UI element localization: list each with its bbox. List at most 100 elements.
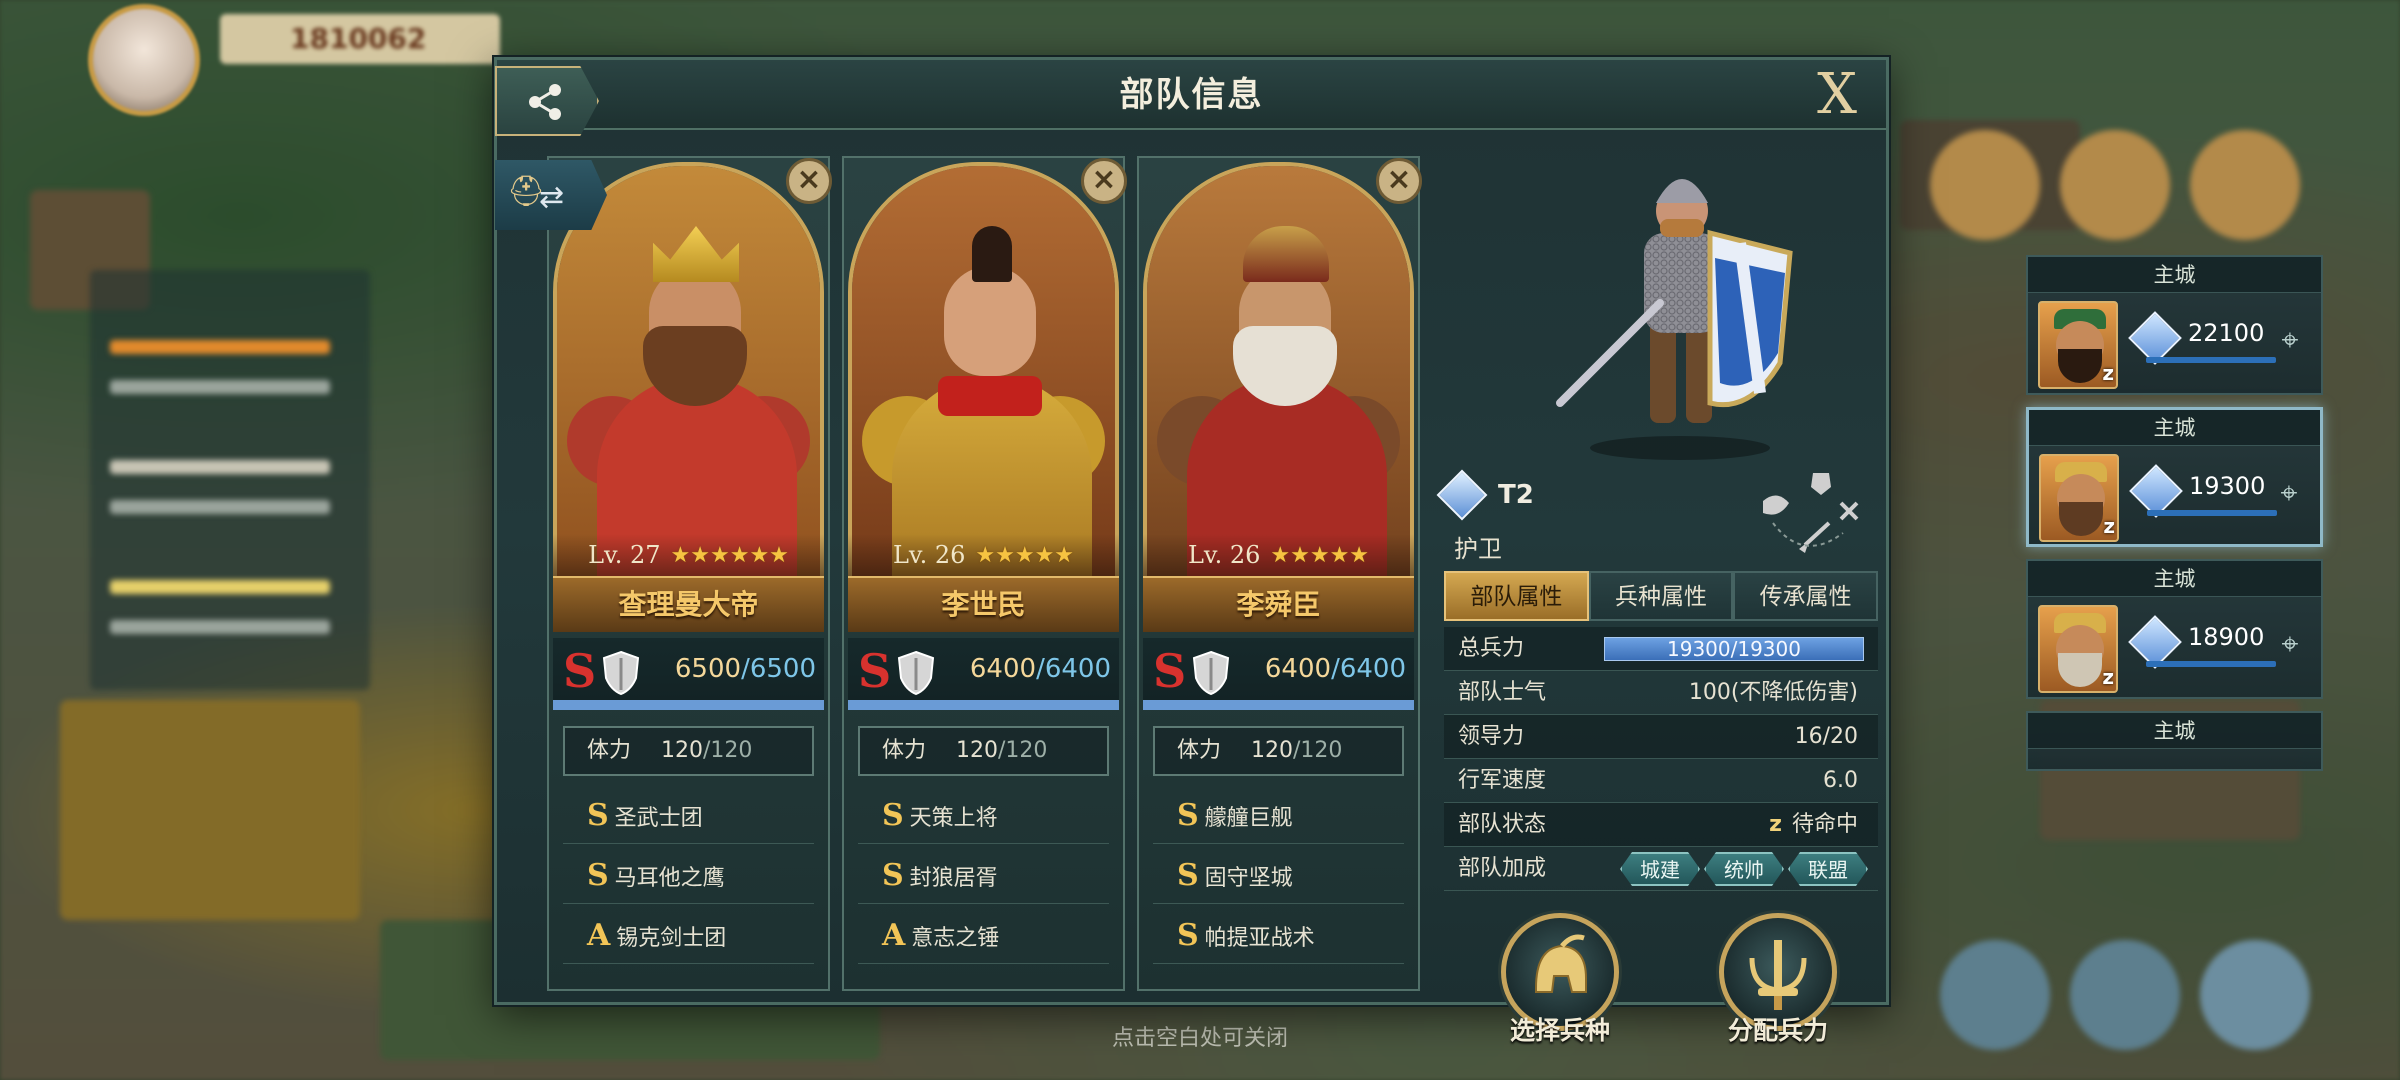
commander-level: Lv. 26 xyxy=(892,541,966,569)
blurred-menu-button[interactable] xyxy=(2060,130,2170,240)
quest-line xyxy=(110,580,330,594)
skill-row[interactable]: S 天策上将 xyxy=(858,788,1109,844)
commander-name: 查理曼大帝 xyxy=(553,576,824,632)
troop-bar xyxy=(2146,357,2276,363)
rank-badge: S xyxy=(1153,644,1187,698)
blurred-menu-button[interactable] xyxy=(2190,130,2300,240)
location-pin-icon[interactable]: ⌖ xyxy=(2273,627,2307,667)
stamina-box: 体力 120/120 xyxy=(858,726,1109,776)
commander-portrait: z xyxy=(2039,454,2119,542)
shield-icon xyxy=(897,650,935,696)
commander-level: Lv. 27 xyxy=(588,541,661,569)
commander-level-row: Lv. 27 ★★★★★★ xyxy=(553,534,824,576)
boost-tag-commander[interactable]: 统帅 xyxy=(1704,852,1784,886)
remove-commander-button[interactable]: × xyxy=(1376,158,1422,204)
commander-level: Lv. 26 xyxy=(1187,541,1261,569)
quest-line xyxy=(110,620,330,634)
star-rating: ★★★★★★ xyxy=(670,542,789,568)
commander-card[interactable]: × Lv. 26 ★★★★★ 李舜臣 S 6400/6400 体力 120/120… xyxy=(1137,156,1422,991)
close-button[interactable]: X xyxy=(1808,66,1866,124)
commander-portrait: z xyxy=(2038,301,2118,389)
skill-row[interactable]: S 圣武士团 xyxy=(563,788,814,844)
select-unit-button[interactable]: 选择兵种 xyxy=(1480,913,1640,1067)
troop-count: 6500/6500 xyxy=(674,654,816,684)
commander-troop-row: S 6400/6400 xyxy=(1143,638,1414,710)
unit-name: 护卫 xyxy=(1454,535,1502,563)
skill-row[interactable]: S 马耳他之鹰 xyxy=(563,848,814,904)
remove-commander-button[interactable]: × xyxy=(1081,158,1127,204)
shield-icon xyxy=(602,650,640,696)
select-unit-label: 选择兵种 xyxy=(1509,1016,1610,1045)
stamina-box: 体力 120/120 xyxy=(563,726,814,776)
quest-line xyxy=(110,340,330,354)
attr-status: 部队状态 z 待命中 xyxy=(1444,803,1878,847)
troop-list-card-selected[interactable]: 主城 z 19300 ⌖ xyxy=(2026,407,2323,547)
tab-legacy-attributes[interactable]: 传承属性 xyxy=(1733,571,1879,621)
location-pin-icon[interactable]: ⌖ xyxy=(2273,323,2307,363)
troop-bar xyxy=(2146,661,2276,667)
commander-troop-row: S 6400/6400 xyxy=(848,638,1119,710)
tab-unit-attributes[interactable]: 兵种属性 xyxy=(1588,571,1734,621)
troop-bar xyxy=(2147,510,2277,516)
troop-info-panel: T2 护卫 部队属性 兵种属性 传承属性 总兵力 19300/19300 部队士… xyxy=(1436,143,1883,1045)
troop-list-card[interactable]: 主城 xyxy=(2026,711,2323,771)
skill-row[interactable]: S 封狼居胥 xyxy=(858,848,1109,904)
troop-count: 19300 xyxy=(2189,472,2266,500)
commander-level-row: Lv. 26 ★★★★★ xyxy=(1143,534,1414,576)
star-rating: ★★★★★ xyxy=(975,542,1075,568)
unit-type-wheel-icon xyxy=(1763,473,1859,553)
location-pin-icon[interactable]: ⌖ xyxy=(2272,476,2306,516)
skill-row[interactable]: S 帕提亚战术 xyxy=(1153,908,1404,964)
skill-row[interactable]: S 固守坚城 xyxy=(1153,848,1404,904)
attr-boosts: 部队加成 城建 统帅 联盟 xyxy=(1444,847,1878,891)
blurred-menu-button[interactable] xyxy=(1930,130,2040,240)
total-troops-bar: 19300/19300 xyxy=(1604,637,1864,661)
commander-portrait: z xyxy=(2038,605,2118,693)
rank-badge: S xyxy=(563,644,597,698)
assign-troops-button[interactable]: 分配兵力 xyxy=(1698,913,1858,1067)
star-rating: ★★★★★ xyxy=(1270,542,1370,568)
commander-card[interactable]: × Lv. 27 ★★★★★★ 查理曼大帝 S 6500/6500 体力 120/… xyxy=(547,156,832,991)
attr-leadership: 领导力 16/20 xyxy=(1444,715,1878,759)
troop-count: 6400/6400 xyxy=(1264,654,1406,684)
close-hint: 点击空白处可关闭 xyxy=(1111,1026,1288,1051)
stamina-box: 体力 120/120 xyxy=(1153,726,1404,776)
troop-list-card[interactable]: 主城 z 18900 ⌖ xyxy=(2026,559,2323,699)
troop-location: 主城 xyxy=(2028,561,2321,597)
skill-row[interactable]: A 锡克剑士团 xyxy=(563,908,814,964)
player-resource-counter: 1810062 xyxy=(220,14,500,64)
unit-tier-row: T2 xyxy=(1436,469,1534,521)
troop-info-dialog: 部队信息 X ⛑ ⇄ × Lv. 27 ★★★★★★ 查理曼大帝 S 6500/… xyxy=(494,57,1889,1045)
blurred-menu-button[interactable] xyxy=(2200,940,2310,1050)
unit-tier: T2 xyxy=(1498,480,1534,510)
troop-list-card[interactable]: 主城 z 22100 ⌖ xyxy=(2026,255,2323,395)
skill-row[interactable]: A 意志之锤 xyxy=(858,908,1109,964)
player-avatar[interactable] xyxy=(88,4,200,116)
troop-location: 主城 xyxy=(2029,410,2320,446)
blurred-menu-button[interactable] xyxy=(1940,940,2050,1050)
boost-tags: 城建 统帅 联盟 xyxy=(1620,852,1868,886)
share-button[interactable] xyxy=(495,66,599,136)
skill-row[interactable]: S 艨艟巨舰 xyxy=(1153,788,1404,844)
morale-value: 100(不降低伤害) xyxy=(1688,680,1858,705)
commander-name: 李世民 xyxy=(848,576,1119,632)
troop-count: 6400/6400 xyxy=(969,654,1111,684)
commander-name: 李舜臣 xyxy=(1143,576,1414,632)
commander-troop-row: S 6500/6500 xyxy=(553,638,824,710)
boost-tag-city[interactable]: 城建 xyxy=(1620,852,1700,886)
attribute-tabs: 部队属性 兵种属性 传承属性 xyxy=(1444,571,1879,621)
remove-commander-button[interactable]: × xyxy=(786,158,832,204)
unit-tier-icon xyxy=(1436,469,1488,521)
quest-line xyxy=(110,380,330,394)
blurred-menu-button[interactable] xyxy=(2070,940,2180,1050)
tab-troop-attributes[interactable]: 部队属性 xyxy=(1444,571,1589,621)
troop-count: 18900 xyxy=(2188,623,2265,651)
sleep-icon: z xyxy=(1769,812,1782,837)
troop-count: 22100 xyxy=(2188,319,2265,347)
shield-icon xyxy=(1192,650,1230,696)
swap-arrows-icon: ⇄ xyxy=(539,180,565,215)
commander-card[interactable]: × Lv. 26 ★★★★★ 李世民 S 6400/6400 体力 120/120… xyxy=(842,156,1127,991)
swap-commander-button[interactable]: ⛑ ⇄ xyxy=(495,160,607,230)
boost-tag-alliance[interactable]: 联盟 xyxy=(1788,852,1868,886)
commander-level-row: Lv. 26 ★★★★★ xyxy=(848,534,1119,576)
